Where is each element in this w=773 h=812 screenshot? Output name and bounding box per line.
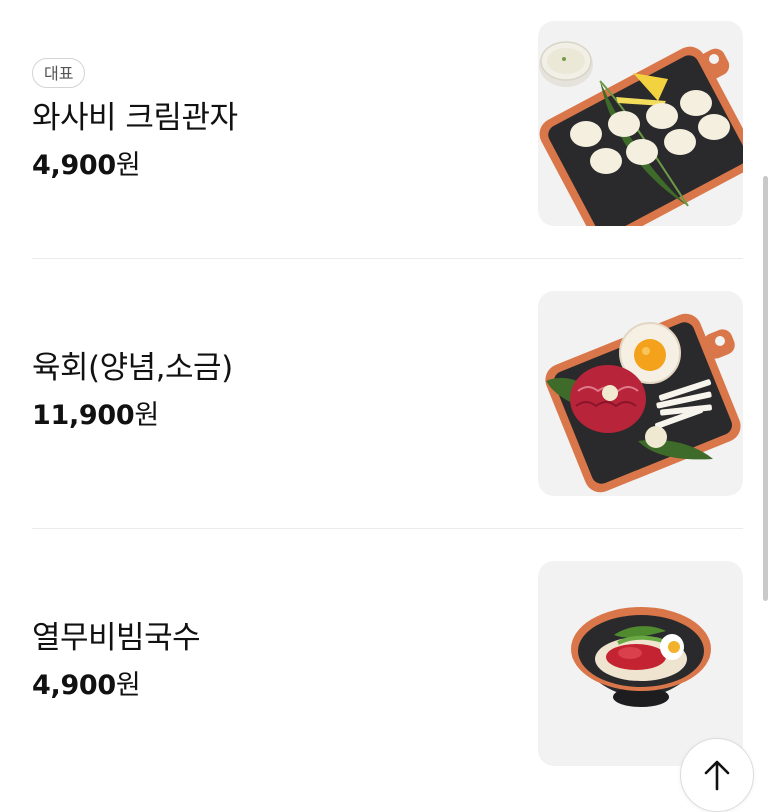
menu-item-text: 열무비빔국수 4,900원 (32, 618, 512, 704)
signature-badge: 대표 (32, 58, 86, 88)
menu-item-name: 열무비빔국수 (32, 620, 201, 656)
scrollbar[interactable] (763, 176, 768, 601)
menu-item-yeolmu-bibim-noodles[interactable]: 열무비빔국수 4,900원 (32, 540, 743, 810)
beef-tartare-platter-illustration (545, 313, 741, 493)
menu-item-name: 육회(양념,소금) (32, 350, 233, 386)
divider (32, 258, 743, 259)
noodle-bowl-illustration (571, 607, 711, 707)
menu-item-text: 대표 와사비 크림관자 4,900원 (32, 58, 512, 184)
scallop-platter-illustration (539, 41, 743, 226)
menu-item-price: 11,900원 (32, 398, 512, 434)
menu-item-price: 4,900원 (32, 668, 512, 704)
price-number: 4,900 (32, 150, 116, 181)
price-number: 11,900 (32, 400, 135, 431)
scroll-to-top-button[interactable] (680, 738, 754, 812)
bibim-noodle-bowl-photo[interactable] (538, 561, 743, 766)
price-number: 4,900 (32, 670, 116, 701)
divider (32, 528, 743, 529)
menu-item-wasabi-cream-scallop[interactable]: 대표 와사비 크림관자 4,900원 (32, 0, 743, 270)
scallop-platter-photo[interactable] (538, 21, 743, 226)
menu-item-beef-tartare[interactable]: 육회(양념,소금) 11,900원 (32, 270, 743, 540)
beef-tartare-platter-photo[interactable] (538, 291, 743, 496)
menu-item-price: 4,900원 (32, 148, 512, 184)
price-unit: 원 (115, 670, 141, 701)
menu-item-name: 와사비 크림관자 (32, 100, 238, 136)
menu-item-text: 육회(양념,소금) 11,900원 (32, 348, 512, 434)
arrow-up-icon (704, 760, 730, 791)
price-unit: 원 (134, 400, 159, 431)
menu-list: 대표 와사비 크림관자 4,900원 육회(양념,소금) 11,900원 열무비… (0, 0, 773, 794)
price-unit: 원 (115, 150, 141, 181)
